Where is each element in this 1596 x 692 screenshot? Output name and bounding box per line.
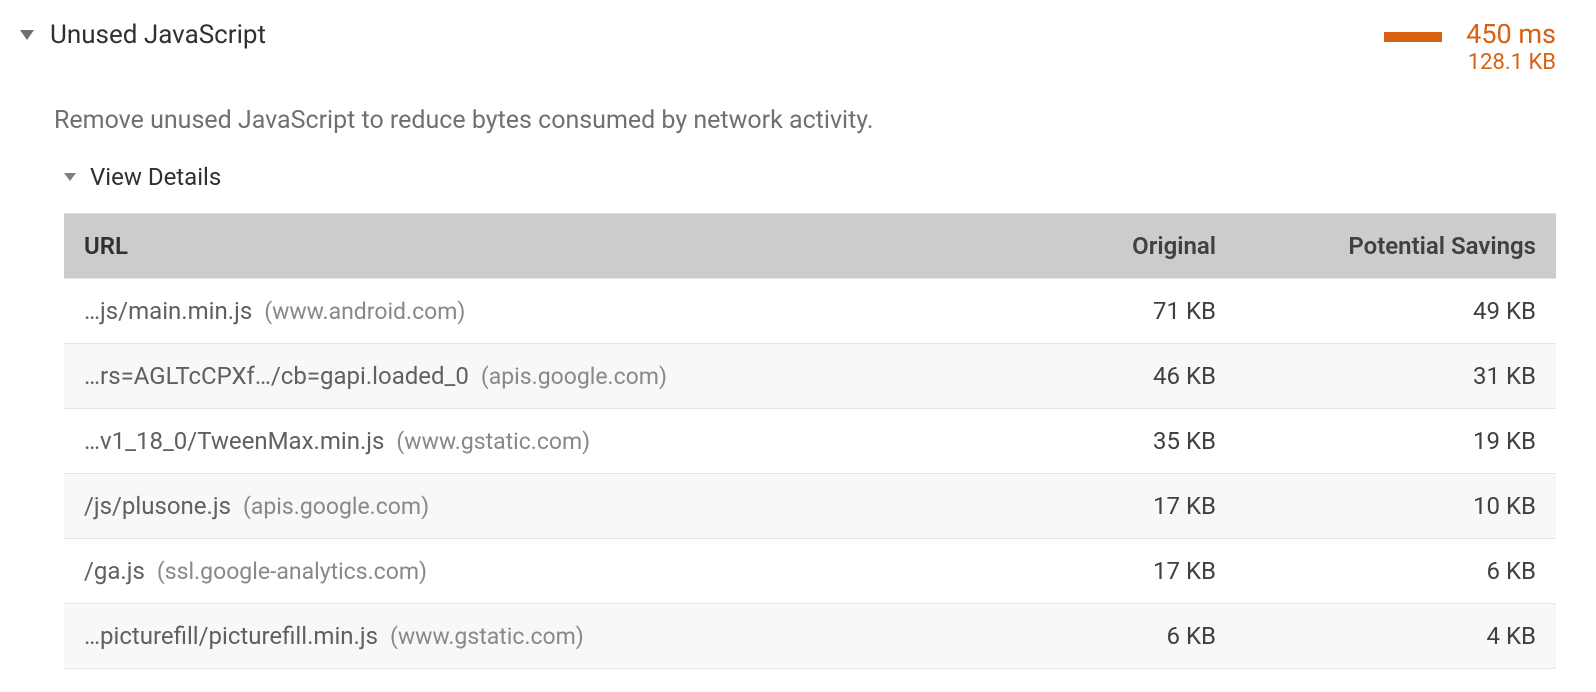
url-domain: (apis.google.com) [243,493,429,520]
cell-url[interactable]: …js/main.min.js (www.android.com) [84,297,1006,325]
chevron-down-icon[interactable] [20,30,34,40]
cell-savings: 4 KB [1216,622,1536,650]
table-row: …rs=AGLTcCPXf…/cb=gapi.loaded_0 (apis.go… [64,344,1556,409]
details-label: View Details [90,163,221,191]
url-domain: (ssl.google-analytics.com) [157,558,427,585]
cell-url[interactable]: /ga.js (ssl.google-analytics.com) [84,557,1006,585]
cell-savings: 31 KB [1216,362,1536,390]
url-path: …rs=AGLTcCPXf…/cb=gapi.loaded_0 [84,362,469,390]
audit-description: Remove unused JavaScript to reduce bytes… [54,106,1556,135]
cell-url[interactable]: …rs=AGLTcCPXf…/cb=gapi.loaded_0 (apis.go… [84,362,1006,390]
table-row: /ga.js (ssl.google-analytics.com) 17 KB … [64,539,1556,604]
url-domain: (www.gstatic.com) [396,428,590,455]
audit-stats: 450 ms 128.1 KB [1384,20,1556,76]
cell-original: 6 KB [1006,622,1216,650]
cell-savings: 10 KB [1216,492,1536,520]
audit-title: Unused JavaScript [50,20,266,50]
stat-values: 450 ms 128.1 KB [1466,20,1556,76]
cell-savings: 49 KB [1216,297,1536,325]
url-path: …js/main.min.js [84,297,252,325]
cell-original: 46 KB [1006,362,1216,390]
url-domain: (www.gstatic.com) [390,623,584,650]
cell-url[interactable]: …picturefill/picturefill.min.js (www.gst… [84,622,1006,650]
url-path: …picturefill/picturefill.min.js [84,622,378,650]
audit-header: Unused JavaScript 450 ms 128.1 KB [20,20,1556,76]
url-domain: (www.android.com) [264,298,465,325]
cell-original: 17 KB [1006,492,1216,520]
table-row: …picturefill/picturefill.min.js (www.gst… [64,604,1556,669]
savings-bar [1384,32,1442,42]
table-row: …js/main.min.js (www.android.com) 71 KB … [64,279,1556,344]
table-row: …v1_18_0/TweenMax.min.js (www.gstatic.co… [64,409,1556,474]
stat-size: 128.1 KB [1466,50,1556,76]
url-path: …v1_18_0/TweenMax.min.js [84,427,384,455]
url-path: /ga.js [84,557,145,585]
cell-savings: 19 KB [1216,427,1536,455]
audit-title-row[interactable]: Unused JavaScript [20,20,266,50]
header-original: Original [1006,232,1216,260]
url-path: /js/plusone.js [84,492,231,520]
cell-url[interactable]: …v1_18_0/TweenMax.min.js (www.gstatic.co… [84,427,1006,455]
header-savings: Potential Savings [1216,232,1536,260]
details-section: View Details URL Original Potential Savi… [64,163,1556,669]
chevron-down-icon [64,173,76,181]
cell-savings: 6 KB [1216,557,1536,585]
cell-url[interactable]: /js/plusone.js (apis.google.com) [84,492,1006,520]
audit-container: Unused JavaScript 450 ms 128.1 KB Remove… [20,20,1556,669]
details-toggle[interactable]: View Details [64,163,1556,191]
cell-original: 17 KB [1006,557,1216,585]
cell-original: 71 KB [1006,297,1216,325]
header-url: URL [84,232,1006,260]
details-table: URL Original Potential Savings …js/main.… [64,213,1556,669]
table-header-row: URL Original Potential Savings [64,214,1556,279]
url-domain: (apis.google.com) [481,363,667,390]
stat-time: 450 ms [1466,20,1556,50]
cell-original: 35 KB [1006,427,1216,455]
table-row: /js/plusone.js (apis.google.com) 17 KB 1… [64,474,1556,539]
